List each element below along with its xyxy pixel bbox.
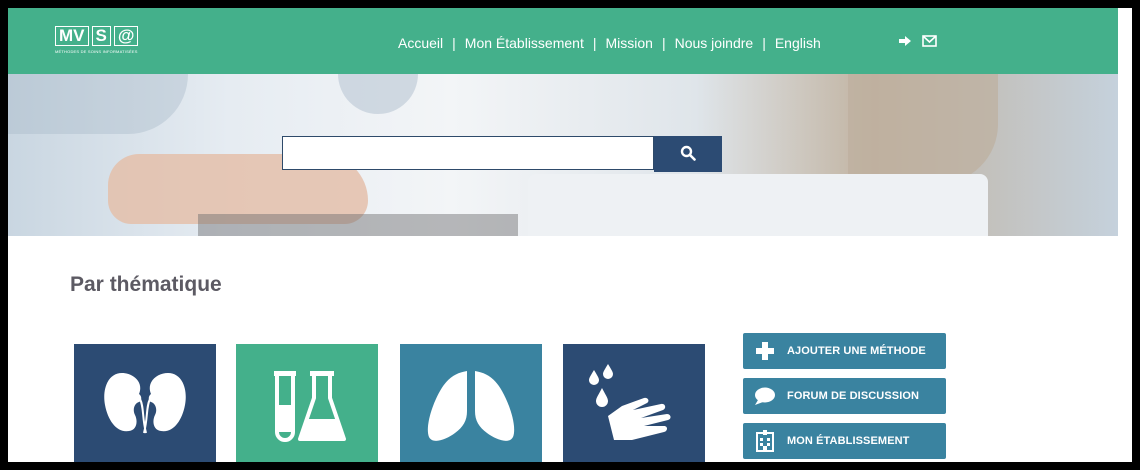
nav-separator: | [592, 35, 597, 51]
my-establishment-button[interactable]: MON ÉTABLISSEMENT [743, 423, 946, 459]
kidneys-icon [100, 367, 190, 452]
lungs-icon [426, 365, 516, 454]
nav-accueil[interactable]: Accueil [398, 35, 443, 51]
header-icons [898, 34, 937, 53]
envelope-icon[interactable] [922, 34, 937, 53]
nav-separator: | [762, 35, 766, 51]
nav-mission[interactable]: Mission [605, 35, 652, 51]
logo-letter-at: @ [113, 26, 139, 46]
plus-icon [743, 341, 787, 361]
nav-english[interactable]: English [775, 35, 821, 51]
hand-washing-icon [584, 362, 684, 457]
search-input[interactable] [282, 136, 654, 170]
logo-letters-mv: MV [55, 26, 89, 46]
search-button[interactable] [654, 136, 722, 172]
logo-subtitle: MÉTHODES DE SOINS INFORMATISÉES [55, 49, 138, 54]
section-title: Par thématique [70, 273, 222, 296]
discussion-forum-button[interactable]: FORUM DE DISCUSSION [743, 378, 946, 414]
add-method-button[interactable]: AJOUTER UNE MÉTHODE [743, 333, 946, 369]
logo-letter-s: S [91, 26, 111, 46]
chat-bubble-icon [743, 386, 787, 406]
site-logo[interactable]: MV S @ MÉTHODES DE SOINS INFORMATISÉES [55, 26, 139, 54]
lab-flask-icon [262, 367, 352, 452]
nav-mon-etablissement[interactable]: Mon Établissement [465, 35, 584, 51]
nav-nous-joindre[interactable]: Nous joindre [675, 35, 754, 51]
hero-banner [8, 74, 1118, 236]
sign-in-icon[interactable] [898, 34, 912, 53]
search-icon [680, 145, 696, 164]
search-bar [282, 136, 722, 172]
add-method-label: AJOUTER UNE MÉTHODE [787, 345, 926, 357]
tile-kidneys[interactable] [74, 344, 216, 462]
logo-mark: MV S @ [55, 26, 139, 46]
nav-separator: | [661, 35, 666, 51]
tile-lungs[interactable] [400, 344, 542, 462]
page: MV S @ MÉTHODES DE SOINS INFORMATISÉES A… [8, 8, 1132, 462]
hospital-icon [743, 430, 787, 452]
nav-separator: | [452, 35, 456, 51]
discussion-forum-label: FORUM DE DISCUSSION [787, 390, 920, 402]
tile-hand-washing[interactable] [563, 344, 705, 462]
site-header: MV S @ MÉTHODES DE SOINS INFORMATISÉES A… [8, 8, 1118, 74]
tile-laboratory[interactable] [236, 344, 378, 462]
main-nav: Accueil | Mon Établissement | Mission | … [398, 35, 821, 51]
my-establishment-label: MON ÉTABLISSEMENT [787, 435, 910, 447]
